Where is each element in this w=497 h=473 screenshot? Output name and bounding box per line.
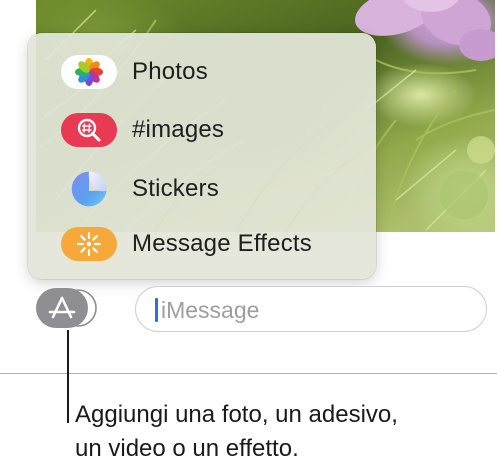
imessage-input[interactable]: iMessage xyxy=(135,286,487,332)
text-caret xyxy=(155,298,158,322)
menu-item-label: #images xyxy=(132,116,225,143)
menu-item-label: Message Effects xyxy=(132,230,312,257)
imessage-placeholder: iMessage xyxy=(161,297,260,323)
stickers-icon xyxy=(61,171,117,207)
apps-popover-menu: Photos #images Stickers Message Effects xyxy=(28,33,376,279)
messages-window: Photos #images Stickers Message Effects … xyxy=(0,0,497,374)
menu-item-images[interactable]: #images xyxy=(28,102,376,158)
menu-item-label: Stickers xyxy=(132,175,219,202)
callout-leader-line xyxy=(67,330,69,423)
message-effects-icon xyxy=(61,227,117,261)
menu-item-message-effects[interactable]: Message Effects xyxy=(28,216,376,272)
callout-line-1: Aggiungi una foto, un adesivo, xyxy=(75,401,398,428)
apps-button[interactable] xyxy=(36,288,98,328)
menu-item-label: Photos xyxy=(132,58,208,85)
images-search-icon xyxy=(61,113,117,147)
callout-line-2: un video o un effetto. xyxy=(75,435,299,462)
callout-caption: Aggiungi una foto, un adesivo, un video … xyxy=(75,398,495,466)
menu-item-photos[interactable]: Photos xyxy=(28,44,376,100)
menu-item-stickers[interactable]: Stickers xyxy=(28,161,376,217)
photos-icon xyxy=(61,55,117,89)
